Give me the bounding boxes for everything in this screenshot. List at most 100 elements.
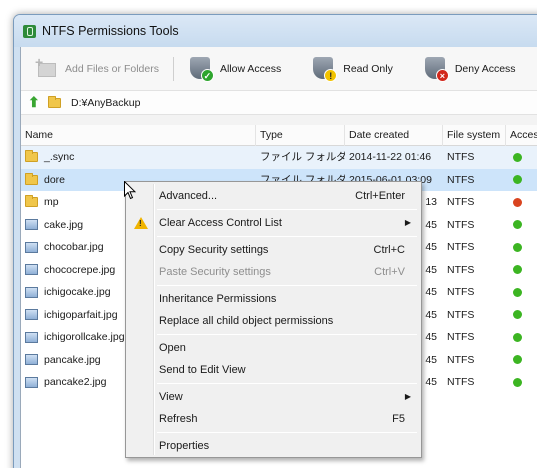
access-status-icon bbox=[513, 332, 522, 342]
table-row[interactable]: _.sync ファイル フォルダー 2014-11-22 01:46 NTFS bbox=[21, 146, 537, 169]
row-access bbox=[506, 304, 537, 327]
allow-access-label: Allow Access bbox=[219, 62, 282, 75]
read-only-button[interactable]: ! Read Only bbox=[303, 51, 401, 87]
row-file-system: NTFS bbox=[447, 218, 475, 231]
row-name: dore bbox=[44, 173, 66, 186]
deny-access-button[interactable]: × Deny Access bbox=[415, 51, 524, 87]
toolbar: + Add Files or Folders ✓ Allow Access ! … bbox=[21, 47, 537, 91]
folder-icon bbox=[25, 150, 38, 163]
row-file-system: NTFS bbox=[447, 151, 475, 163]
column-header-file-system[interactable]: File system bbox=[443, 124, 506, 146]
title-bar: NTFS Permissions Tools bbox=[14, 15, 537, 47]
path-text[interactable]: D:¥AnyBackup bbox=[71, 97, 140, 109]
access-status-icon bbox=[513, 242, 522, 252]
menu-separator bbox=[157, 383, 417, 384]
menu-properties-label: Properties bbox=[159, 440, 210, 452]
warning-icon bbox=[134, 217, 148, 229]
menu-separator bbox=[157, 236, 417, 237]
row-access bbox=[506, 349, 537, 372]
menu-item-replace-child[interactable]: Replace all child object permissions bbox=[128, 310, 419, 332]
allow-access-button[interactable]: ✓ Allow Access bbox=[180, 51, 289, 87]
menu-item-clear-acl[interactable]: Clear Access Control List ▶ bbox=[128, 212, 419, 234]
row-file-system: NTFS bbox=[447, 286, 475, 298]
column-header-name[interactable]: Name bbox=[21, 124, 256, 146]
menu-item-refresh[interactable]: Refresh F5 bbox=[128, 408, 419, 430]
submenu-arrow-icon: ▶ bbox=[404, 392, 411, 401]
row-type: ファイル フォルダー bbox=[260, 151, 345, 163]
menu-paste-label: Paste Security settings bbox=[159, 266, 271, 278]
access-status-icon bbox=[513, 220, 522, 230]
menu-open-label: Open bbox=[159, 342, 186, 354]
folder-icon bbox=[25, 172, 38, 185]
access-status-icon bbox=[513, 310, 522, 320]
menu-refresh-shortcut: F5 bbox=[392, 413, 405, 425]
row-name: pancake.jpg bbox=[44, 353, 101, 366]
menu-item-inheritance[interactable]: Inheritance Permissions bbox=[128, 288, 419, 310]
row-name: chocobar.jpg bbox=[44, 241, 104, 253]
row-file-system: NTFS bbox=[447, 241, 475, 253]
image-file-icon bbox=[25, 286, 38, 298]
menu-refresh-label: Refresh bbox=[159, 413, 198, 425]
access-status-icon bbox=[513, 265, 522, 275]
row-name: pancake2.jpg bbox=[44, 376, 107, 388]
menu-separator bbox=[157, 432, 417, 433]
menu-item-properties[interactable]: Properties bbox=[128, 435, 419, 457]
column-header-date[interactable]: Date created bbox=[345, 124, 443, 146]
row-access bbox=[506, 214, 537, 237]
row-access bbox=[506, 146, 537, 169]
row-name: cake.jpg bbox=[44, 218, 84, 231]
menu-item-paste-security[interactable]: Paste Security settings Ctrl+V bbox=[128, 261, 419, 283]
menu-item-send-edit[interactable]: Send to Edit View bbox=[128, 359, 419, 381]
row-name: ichigocake.jpg bbox=[44, 286, 111, 298]
shield-readonly-icon: ! bbox=[311, 56, 338, 82]
menu-item-copy-security[interactable]: Copy Security settings Ctrl+C bbox=[128, 239, 419, 261]
image-file-icon bbox=[25, 354, 38, 366]
row-access bbox=[506, 191, 537, 214]
image-file-icon bbox=[25, 309, 38, 321]
row-file-system: NTFS bbox=[447, 353, 475, 366]
submenu-arrow-icon: ▶ bbox=[404, 218, 411, 227]
menu-item-advanced[interactable]: Advanced... Ctrl+Enter bbox=[128, 185, 419, 207]
access-status-icon bbox=[513, 197, 522, 207]
shield-allow-icon: ✓ bbox=[188, 56, 214, 82]
menu-clear-acl-label: Clear Access Control List bbox=[159, 217, 282, 229]
access-status-icon bbox=[513, 152, 522, 162]
row-access bbox=[506, 259, 537, 282]
menu-send-edit-label: Send to Edit View bbox=[159, 364, 246, 376]
app-shield-icon bbox=[23, 24, 36, 38]
access-status-icon bbox=[513, 377, 522, 387]
deny-access-label: Deny Access bbox=[454, 62, 516, 75]
shield-deny-icon: × bbox=[423, 56, 449, 82]
row-file-system: NTFS bbox=[447, 308, 475, 321]
menu-advanced-label: Advanced... bbox=[159, 190, 218, 202]
row-date: 2014-11-22 01:46 bbox=[349, 151, 432, 163]
access-status-icon bbox=[513, 287, 522, 297]
menu-copy-label: Copy Security settings bbox=[159, 244, 269, 256]
menu-inherit-label: Inheritance Permissions bbox=[159, 293, 277, 305]
menu-paste-shortcut: Ctrl+V bbox=[374, 266, 405, 278]
folder-icon bbox=[25, 195, 38, 208]
row-name: chococrepe.jpg bbox=[44, 263, 116, 276]
window-title: NTFS Permissions Tools bbox=[42, 24, 179, 38]
row-access bbox=[506, 371, 537, 394]
menu-advanced-shortcut: Ctrl+Enter bbox=[355, 190, 405, 202]
row-name: ichigoparfait.jpg bbox=[44, 308, 118, 321]
list-header: Name Type Date created File system Acces bbox=[21, 124, 537, 146]
menu-item-open[interactable]: Open bbox=[128, 337, 419, 359]
row-file-system: NTFS bbox=[447, 196, 475, 208]
row-name: mp bbox=[44, 196, 59, 208]
menu-item-view[interactable]: View ▶ bbox=[128, 386, 419, 408]
menu-replace-label: Replace all child object permissions bbox=[159, 315, 334, 327]
column-header-access[interactable]: Acces bbox=[506, 125, 537, 146]
column-header-type[interactable]: Type bbox=[256, 124, 345, 146]
menu-view-label: View bbox=[159, 391, 183, 403]
add-files-label: Add Files or Folders bbox=[65, 62, 159, 75]
read-only-label: Read Only bbox=[343, 62, 393, 75]
up-arrow-icon[interactable]: ⬆ bbox=[28, 94, 44, 111]
row-access bbox=[506, 169, 537, 192]
row-name: ichigorollcake.jpg bbox=[44, 331, 125, 343]
add-files-button[interactable]: + Add Files or Folders bbox=[27, 51, 167, 87]
image-file-icon bbox=[25, 219, 38, 231]
folder-icon bbox=[48, 95, 61, 108]
row-name-cell: _.sync bbox=[21, 146, 256, 169]
